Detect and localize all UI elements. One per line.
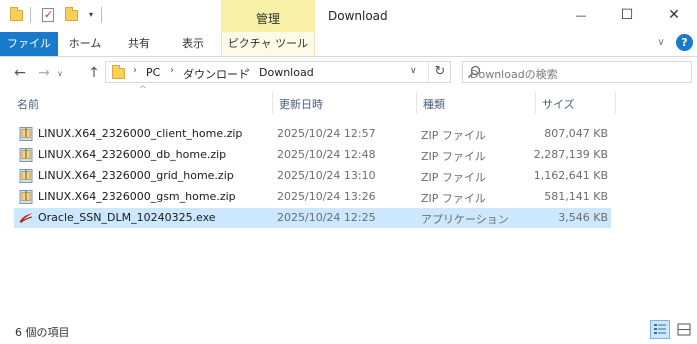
- tab-file[interactable]: ファイル: [0, 32, 58, 56]
- file-size: 807,047 KB: [544, 127, 608, 140]
- column-header-size[interactable]: サイズ: [542, 96, 575, 112]
- file-date: 2025/10/24 13:10: [277, 169, 376, 182]
- column-header-type[interactable]: 種類: [423, 96, 445, 112]
- file-type: ZIP ファイル: [421, 192, 486, 205]
- address-dropdown-icon[interactable]: ∨: [410, 66, 417, 76]
- file-row[interactable]: LINUX.X64_2326000_db_home.zip 2025/10/24…: [14, 145, 611, 165]
- status-item-count: 6 個の項目: [15, 326, 70, 339]
- quick-access-divider: [30, 7, 31, 23]
- file-date: 2025/10/24 12:48: [277, 148, 376, 161]
- tab-home[interactable]: ホーム: [64, 32, 106, 56]
- file-size: 2,287,139 KB: [533, 148, 608, 161]
- file-type: アプリケーション: [421, 213, 509, 226]
- file-row[interactable]: LINUX.X64_2326000_client_home.zip 2025/1…: [14, 124, 611, 144]
- file-row[interactable]: LINUX.X64_2326000_grid_home.zip 2025/10/…: [14, 166, 611, 186]
- window-title: Download: [328, 9, 388, 23]
- breadcrumb-downloads[interactable]: ダウンロード: [183, 66, 249, 82]
- properties-icon[interactable]: ✓: [40, 7, 56, 23]
- arrow-left-icon: ←: [14, 65, 26, 81]
- close-icon: ✕: [668, 7, 680, 23]
- file-size: 1,162,641 KB: [533, 169, 608, 182]
- file-name: Oracle_SSN_DLM_10240325.exe: [38, 211, 216, 224]
- breadcrumb-separator: ›: [170, 65, 174, 76]
- maximize-icon: ☐: [620, 7, 634, 23]
- search-placeholder: Downloadの検索: [470, 68, 558, 81]
- maximize-button[interactable]: ☐: [604, 0, 650, 30]
- large-icons-view-button[interactable]: [674, 320, 694, 339]
- address-divider: [428, 62, 429, 82]
- column-header-date[interactable]: 更新日時: [279, 96, 323, 112]
- column-header-name[interactable]: 名前: [17, 96, 39, 112]
- column-divider[interactable]: [416, 92, 417, 114]
- file-row-selected[interactable]: Oracle_SSN_DLM_10240325.exe 2025/10/24 1…: [14, 208, 611, 228]
- zip-icon: [18, 147, 34, 163]
- zip-icon: [18, 126, 34, 142]
- help-icon[interactable]: ?: [676, 34, 693, 51]
- folder-icon[interactable]: [9, 7, 25, 23]
- file-date: 2025/10/24 12:57: [277, 127, 376, 140]
- quick-access-dropdown-icon[interactable]: ▾: [86, 9, 96, 21]
- zip-icon: [18, 189, 34, 205]
- quick-access-divider: [101, 7, 102, 23]
- breadcrumb-separator: ›: [246, 65, 250, 76]
- details-view-button[interactable]: [650, 320, 670, 339]
- file-date: 2025/10/24 13:26: [277, 190, 376, 203]
- folder-icon: [112, 65, 126, 79]
- file-name: LINUX.X64_2326000_db_home.zip: [38, 148, 227, 161]
- breadcrumb-pc[interactable]: PC: [146, 66, 160, 79]
- contextual-tab-group-label: 管理: [255, 12, 280, 26]
- file-name: LINUX.X64_2326000_gsm_home.zip: [38, 190, 236, 203]
- tab-picture-tools[interactable]: ピクチャ ツール: [221, 32, 315, 56]
- refresh-icon[interactable]: ↻: [432, 64, 448, 80]
- file-name: LINUX.X64_2326000_grid_home.zip: [38, 169, 234, 182]
- breadcrumb-download[interactable]: Download: [259, 66, 314, 79]
- file-type: ZIP ファイル: [421, 171, 486, 184]
- chevron-down-icon: ∨: [57, 68, 63, 78]
- column-divider[interactable]: [272, 92, 273, 114]
- large-icons-view-icon: [677, 323, 691, 336]
- file-date: 2025/10/24 12:25: [277, 211, 376, 224]
- ribbon-expand-icon[interactable]: ∨: [654, 36, 668, 50]
- file-name: LINUX.X64_2326000_client_home.zip: [38, 127, 243, 140]
- column-divider[interactable]: [615, 92, 616, 114]
- zip-icon: [18, 168, 34, 184]
- tab-view[interactable]: 表示: [172, 32, 214, 56]
- close-button[interactable]: ✕: [651, 0, 697, 30]
- file-type: ZIP ファイル: [421, 129, 486, 142]
- file-size: 3,546 KB: [558, 211, 608, 224]
- arrow-right-icon: →: [38, 65, 50, 81]
- file-row[interactable]: LINUX.X64_2326000_gsm_home.zip 2025/10/2…: [14, 187, 611, 207]
- file-size: 581,141 KB: [544, 190, 608, 203]
- file-type: ZIP ファイル: [421, 150, 486, 163]
- details-view-icon: [654, 324, 666, 334]
- breadcrumb-separator: ›: [133, 65, 137, 76]
- minimize-button[interactable]: —: [558, 0, 604, 30]
- tab-share[interactable]: 共有: [118, 32, 160, 56]
- new-folder-icon[interactable]: [64, 7, 80, 23]
- up-button[interactable]: ↑: [84, 63, 104, 83]
- minimize-icon: —: [575, 8, 587, 22]
- column-divider[interactable]: [535, 92, 536, 114]
- back-button[interactable]: ←: [10, 63, 30, 83]
- forward-button[interactable]: →: [34, 63, 54, 83]
- arrow-up-icon: ↑: [88, 65, 100, 81]
- recent-locations-button[interactable]: ∨: [54, 63, 66, 83]
- oracle-exe-icon: [18, 210, 34, 226]
- sort-ascending-icon: ^: [139, 85, 147, 95]
